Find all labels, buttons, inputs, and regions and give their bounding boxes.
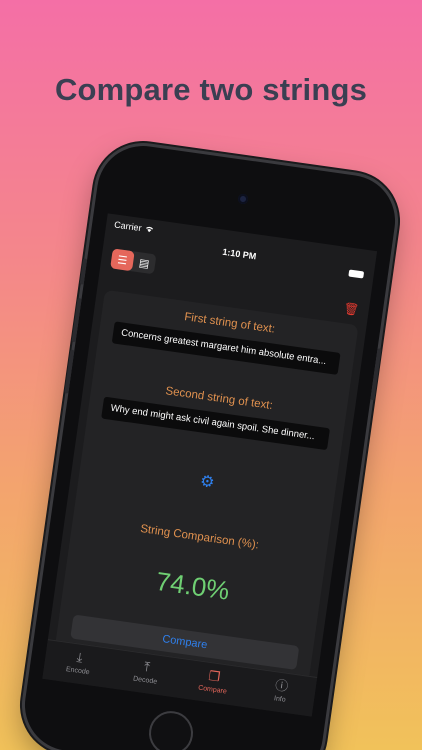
info-icon: ⓘ — [274, 677, 290, 694]
text-lines-icon: ☰ — [116, 253, 129, 267]
power-button — [370, 348, 382, 401]
documents-icon: ❐ — [207, 667, 222, 685]
tab-compare-label: Compare — [197, 684, 228, 696]
wifi-icon — [144, 224, 154, 235]
tab-decode-label: Decode — [132, 675, 158, 686]
document-icon: ▤ — [138, 256, 151, 271]
text-mode-button[interactable]: ☰ — [110, 248, 135, 272]
gear-icon: ⚙ — [199, 472, 216, 492]
tab-info-label: Info — [273, 695, 287, 704]
tray-upload-icon: ⤒ — [143, 658, 151, 675]
comparison-label: String Comparison (%): — [139, 523, 260, 552]
volume-up-button — [71, 297, 82, 343]
tab-encode[interactable]: ⤓ Encode — [42, 640, 115, 688]
phone-mockup-wrap: Carrier 1:10 PM ☰ ▤ 🗑︎ First string of t… — [0, 0, 422, 750]
tray-download-icon: ⤓ — [75, 649, 84, 666]
headline: Compare two strings — [54, 72, 368, 107]
trash-icon: 🗑︎ — [342, 301, 360, 318]
home-button[interactable] — [146, 708, 196, 750]
tab-compare[interactable]: ❐ Compare — [177, 659, 250, 707]
phone-mockup: Carrier 1:10 PM ☰ ▤ 🗑︎ First string of t… — [19, 140, 401, 750]
mute-switch — [79, 258, 88, 285]
file-mode-button[interactable]: ▤ — [132, 251, 157, 274]
delete-button[interactable]: 🗑︎ — [343, 301, 360, 317]
front-camera — [237, 193, 249, 205]
settings-button[interactable]: ⚙ — [79, 454, 335, 509]
tab-encode-label: Encode — [65, 666, 90, 677]
volume-down-button — [64, 349, 75, 394]
app-screen: Carrier 1:10 PM ☰ ▤ 🗑︎ First string of t… — [42, 213, 378, 717]
mode-segmented-control: ☰ ▤ — [110, 248, 157, 275]
tab-decode[interactable]: ⤒ Decode — [110, 650, 183, 698]
tab-info[interactable]: ⓘ Info — [244, 669, 317, 717]
comparison-result: 74.0% — [154, 565, 232, 606]
